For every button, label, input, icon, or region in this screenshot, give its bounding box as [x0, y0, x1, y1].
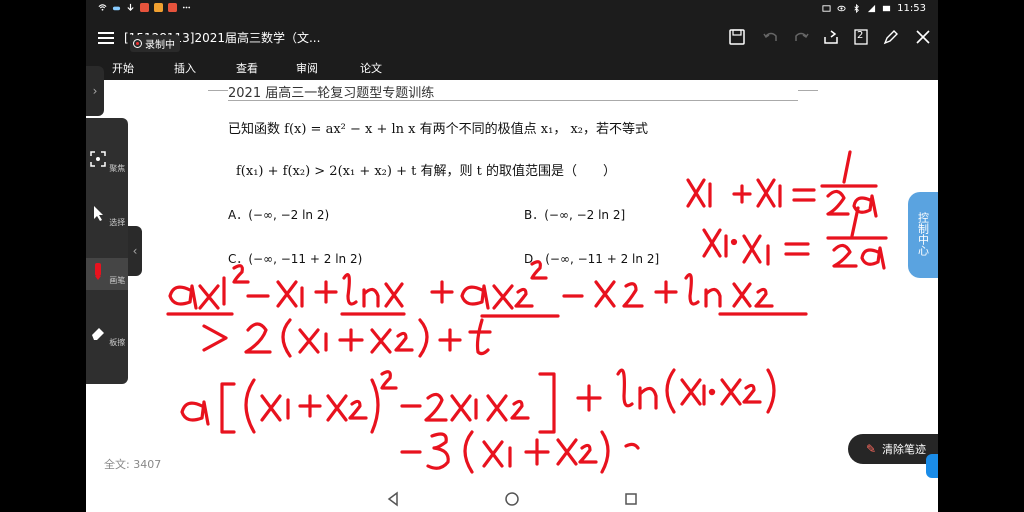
- status-bar: 11:53: [86, 0, 938, 20]
- option-b: B．(−∞, −2 ln 2]: [524, 208, 626, 222]
- tab-view[interactable]: 查看: [236, 60, 258, 76]
- annotation-tool-panel: 聚焦 选择 画笔 板擦: [86, 118, 128, 384]
- recent-apps-icon[interactable]: [622, 490, 640, 508]
- tool-select[interactable]: 选择: [86, 204, 128, 228]
- undo-icon[interactable]: [762, 28, 780, 46]
- tool-pen[interactable]: 画笔: [86, 258, 128, 290]
- app-notification-icon: [168, 3, 177, 12]
- title-bar: [15128113]2021届高三数学（文... 录制中 2: [86, 20, 938, 55]
- ink-expansion-line2: [202, 318, 492, 358]
- system-nav-bar: [86, 486, 938, 512]
- status-right: 11:53: [822, 3, 926, 14]
- expand-panel-button[interactable]: ›: [86, 66, 104, 116]
- redo-icon[interactable]: [792, 28, 810, 46]
- app-notification-icon: [140, 3, 149, 12]
- tool-eraser[interactable]: 板擦: [86, 324, 128, 348]
- battery-icon: [883, 5, 891, 12]
- collapse-panel-button[interactable]: ‹: [128, 226, 142, 276]
- tab-start[interactable]: 开始: [112, 60, 134, 76]
- nfc-icon: [822, 5, 831, 12]
- wifi-icon: [98, 4, 107, 11]
- eraser-icon: [91, 328, 104, 340]
- control-center-label: 控制中心: [916, 212, 930, 256]
- floating-app-handle[interactable]: [926, 454, 938, 478]
- page-header-text: 2021 届高三一轮复习题型专题训练: [228, 86, 435, 101]
- option-a: A．(−∞, −2 ln 2): [228, 208, 330, 222]
- app-screen: 11:53 [15128113]2021届高三数学（文... 录制中 2 开始 …: [86, 0, 938, 512]
- ink-product-roots: [702, 206, 888, 270]
- cursor-icon: [93, 206, 103, 221]
- signal-icon: [868, 4, 876, 13]
- tool-focus[interactable]: 聚焦: [86, 150, 128, 174]
- question-line-1: 已知函数 f(x) = ax² − x + ln x 有两个不同的极值点 x₁，…: [228, 122, 648, 137]
- clear-ink-label: 清除笔迹: [882, 443, 927, 456]
- ink-expansion-line3: [180, 368, 776, 434]
- option-c: C．(−∞, −11 + 2 ln 2): [228, 252, 363, 266]
- tab-review[interactable]: 审阅: [296, 60, 318, 76]
- record-icon: [133, 39, 142, 48]
- more-dots-icon: [182, 6, 191, 9]
- bluetooth-icon: [854, 4, 860, 13]
- save-icon[interactable]: [728, 28, 746, 46]
- recording-label: 录制中: [145, 40, 175, 51]
- back-icon[interactable]: [384, 490, 402, 508]
- focus-icon: [89, 151, 106, 167]
- cloud-icon: [112, 6, 121, 11]
- eye-icon: [837, 5, 846, 12]
- edit-pen-icon[interactable]: [882, 28, 900, 46]
- page-header: 2021 届高三一轮复习题型专题训练: [208, 82, 818, 101]
- home-icon[interactable]: [503, 490, 521, 508]
- menu-icon[interactable]: [98, 29, 114, 45]
- ink-sum-roots: [686, 150, 878, 218]
- share-icon[interactable]: [822, 28, 840, 46]
- question-line-2: f(x₁) + f(x₂) > 2(x₁ + x₂) + t 有解，则 t 的取…: [236, 164, 616, 179]
- ink-expansion-line1: [166, 260, 808, 318]
- close-icon[interactable]: [914, 28, 932, 46]
- page-count: 2: [857, 30, 864, 41]
- status-time: 11:53: [897, 3, 926, 14]
- red-pen-icon: [94, 263, 101, 280]
- app-notification-icon: [154, 3, 163, 12]
- tab-thesis[interactable]: 论文: [360, 60, 382, 76]
- clear-pen-icon: ✎: [866, 442, 877, 456]
- status-left: [98, 3, 191, 12]
- control-center-button[interactable]: 控制中心: [908, 192, 938, 278]
- option-d: D．(−∞, −11 + 2 ln 2]: [524, 252, 660, 266]
- download-icon: [127, 3, 134, 12]
- word-count: 全文: 3407: [104, 458, 162, 471]
- ribbon-tabs: 开始 插入 查看 审阅 论文: [86, 55, 938, 80]
- recording-badge[interactable]: 录制中: [130, 35, 180, 52]
- tab-insert[interactable]: 插入: [174, 60, 196, 76]
- ink-expansion-line4: [400, 430, 640, 474]
- clear-ink-button[interactable]: ✎ 清除笔迹: [848, 434, 938, 464]
